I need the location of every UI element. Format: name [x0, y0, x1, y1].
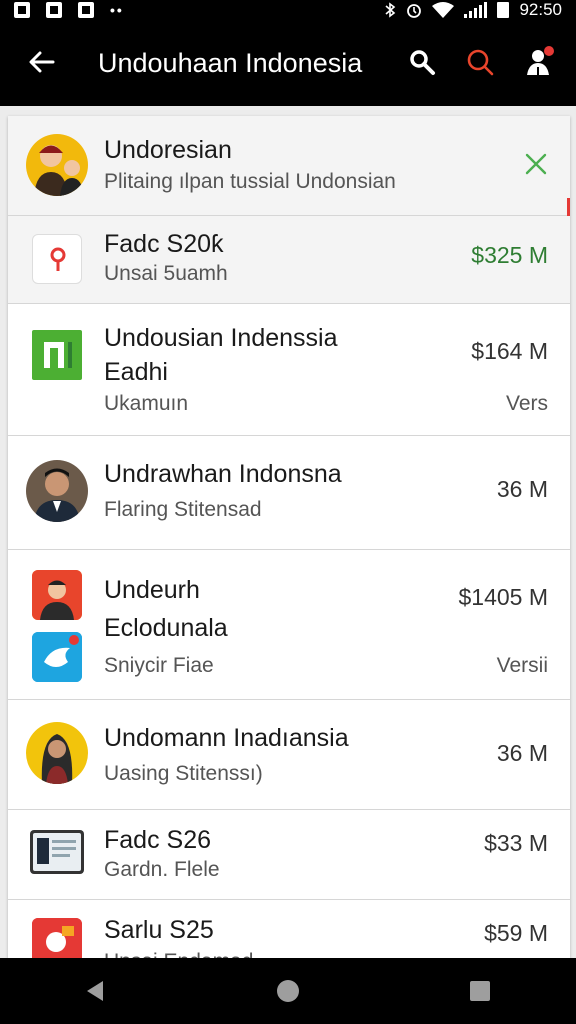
close-icon[interactable] — [522, 150, 550, 178]
app-bar: Undouhaan Indonesia — [0, 22, 576, 106]
clock: 92:50 — [519, 0, 562, 19]
item-title: Undousian Indenssia — [104, 324, 338, 352]
item-subtitle: Gardn. Flele — [104, 858, 220, 881]
back-triangle-icon — [87, 981, 103, 1001]
item-title: Undoresian — [104, 136, 232, 164]
nav-home-button[interactable] — [264, 967, 312, 1015]
red-app-icon — [32, 918, 82, 958]
item-version: Vers — [505, 392, 548, 415]
results-card: Undoresian Plitaing ılpan tussial Undons… — [8, 116, 570, 958]
portrait-app-icon — [32, 570, 82, 620]
back-button[interactable] — [22, 42, 62, 82]
search-button[interactable] — [404, 44, 440, 80]
item-price: 36 M — [496, 740, 548, 766]
item-price: $59 M — [484, 920, 548, 946]
portrait-avatar — [26, 460, 88, 522]
app-bar-actions — [404, 44, 556, 80]
item-price: 36 M — [496, 476, 548, 502]
tablet-app-icon — [30, 830, 84, 874]
list-item[interactable]: Fadc S26 Gardn. Flele $33 M — [8, 810, 570, 900]
list-item[interactable]: Undeurh Eclodunala Sniycir Fiae $1405 M … — [8, 550, 570, 700]
arrow-back-icon — [29, 51, 55, 73]
status-bar: •• 92:50 — [0, 0, 576, 22]
list-item[interactable]: Undomann Inadıansia Uasing Stitenssı) 36… — [8, 700, 570, 810]
list-item[interactable]: Fadc S20ƙ Unsai 5uamh $325 M — [8, 216, 570, 304]
item-subtitle: Unsai 5uamh — [104, 262, 228, 285]
list-item[interactable]: Undrawhan Indonsna Flaring Stitensad 36 … — [8, 436, 570, 550]
list-item[interactable]: Sarlu S25 Unsai Endamad $59 M — [8, 900, 570, 958]
item-price: $33 M — [484, 830, 548, 856]
account-button[interactable] — [520, 44, 556, 80]
item-price: $164 M — [471, 338, 548, 364]
search-icon — [410, 50, 435, 75]
item-subtitle: Flaring Stitensad — [104, 498, 262, 521]
item-title-line2: Eadhi — [104, 358, 168, 386]
item-title: Undomann Inadıansia — [104, 724, 349, 752]
list-item[interactable]: Undousian Indenssia Eadhi Ukamuın $164 M… — [8, 304, 570, 436]
item-title: Sarlu S25 — [104, 916, 214, 944]
item-subtitle: Ukamuın — [104, 392, 189, 415]
item-subtitle: Unsai Endamad — [104, 950, 253, 958]
search-accent-button[interactable] — [462, 44, 498, 80]
item-price: $1405 M — [458, 584, 548, 610]
item-subtitle: Plitaing ılpan tussial Undonsian — [104, 170, 396, 193]
selection-marker — [567, 198, 570, 216]
item-subtitle: Sniycir Fiae — [104, 654, 214, 677]
notification-icon — [14, 2, 30, 18]
system-navigation-bar — [0, 958, 576, 1024]
blue-app-icon — [32, 632, 82, 682]
portrait-avatar — [26, 134, 88, 196]
item-title: Undeurh — [104, 576, 200, 604]
bluetooth-icon — [385, 2, 396, 18]
nav-back-button[interactable] — [72, 967, 120, 1015]
signal-icon — [464, 2, 488, 18]
item-title: Fadc S26 — [104, 826, 212, 854]
notification-icons: •• — [14, 2, 124, 18]
nav-recents-button[interactable] — [456, 967, 504, 1015]
wifi-icon — [432, 2, 455, 18]
notification-badge — [544, 46, 554, 56]
red-p-app-icon — [32, 234, 82, 284]
content-area: Undoresian Plitaing ılpan tussial Undons… — [0, 106, 576, 958]
alarm-icon — [407, 4, 422, 18]
notification-icon — [46, 2, 62, 18]
recents-square-icon — [470, 981, 490, 1001]
battery-icon — [497, 2, 510, 18]
list-item[interactable]: Undoresian Plitaing ılpan tussial Undons… — [8, 116, 570, 216]
item-version: Versii — [496, 654, 548, 677]
item-title-line2: Eclodunala — [104, 614, 228, 642]
portrait-avatar — [26, 722, 88, 784]
item-subtitle: Uasing Stitenssı) — [104, 762, 263, 785]
home-circle-icon — [277, 980, 299, 1002]
more-notifications-icon: •• — [110, 2, 124, 18]
system-icons: 92:50 — [384, 0, 562, 20]
search-icon — [467, 49, 494, 76]
page-title: Undouhaan Indonesia — [98, 48, 363, 78]
green-n-app-icon — [32, 330, 82, 380]
item-title: Fadc S20ƙ — [104, 230, 224, 258]
item-price: $325 M — [471, 242, 548, 268]
notification-icon — [78, 2, 94, 18]
item-title: Undrawhan Indonsna — [104, 460, 342, 488]
